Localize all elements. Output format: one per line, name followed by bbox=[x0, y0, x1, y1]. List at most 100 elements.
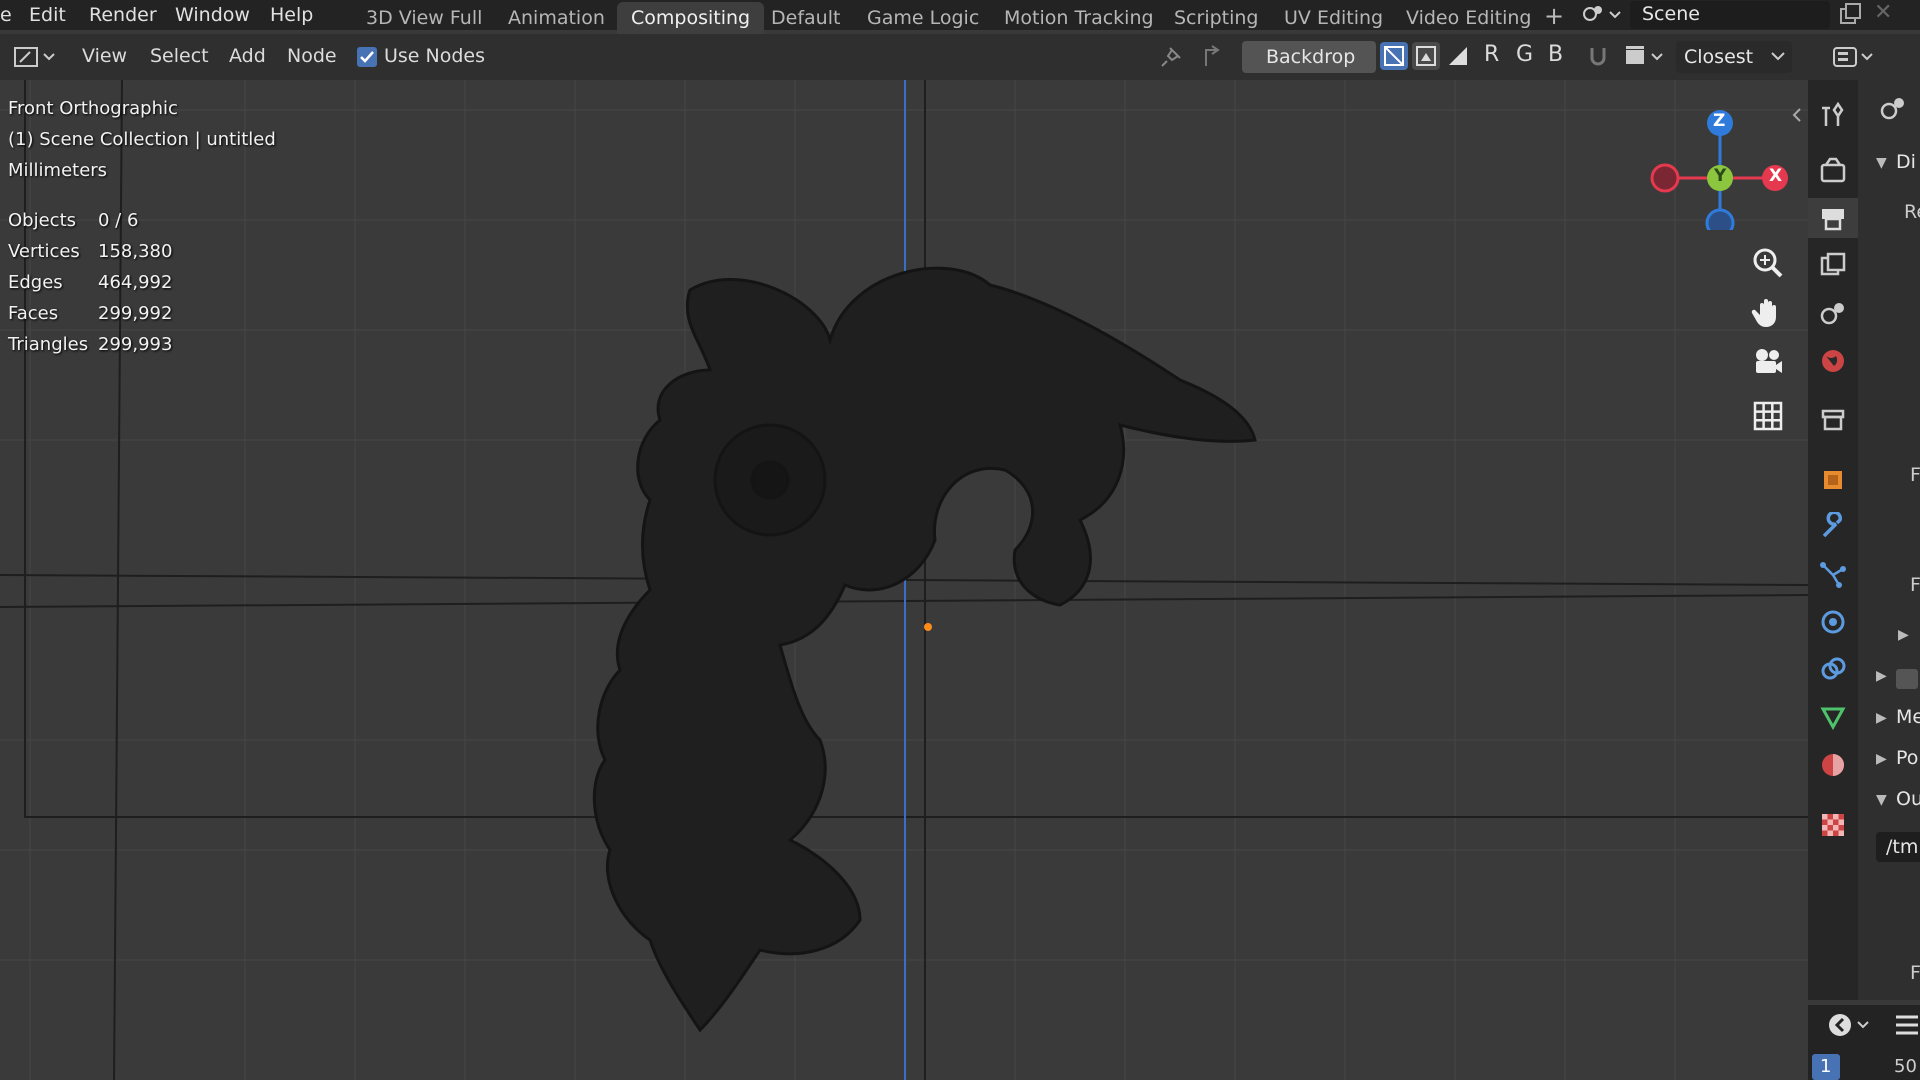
parent-node-tree-icon[interactable] bbox=[1198, 42, 1226, 70]
panel-label-partial[interactable]: Me bbox=[1896, 706, 1920, 728]
physics-tab-icon[interactable] bbox=[1818, 607, 1848, 637]
backdrop-color-alpha-toggle[interactable] bbox=[1380, 42, 1408, 70]
channel-g-button[interactable]: G bbox=[1516, 42, 1533, 67]
properties-editor-type-icon[interactable] bbox=[1830, 43, 1880, 71]
object-data-icon[interactable] bbox=[1878, 94, 1908, 126]
use-nodes-checkbox[interactable] bbox=[357, 47, 377, 67]
snap-mode-dropdown-icon[interactable] bbox=[1622, 42, 1670, 70]
texture-tab-icon[interactable] bbox=[1818, 810, 1848, 840]
expand-arrow-icon[interactable]: ▶ bbox=[1876, 668, 1887, 684]
tab-animation[interactable]: Animation bbox=[494, 2, 619, 34]
gizmo-z-label: Z bbox=[1713, 111, 1726, 131]
stat-value: 0 / 6 bbox=[98, 210, 139, 231]
panel-label-partial: F bbox=[1910, 962, 1920, 984]
tab-uv-editing[interactable]: UV Editing bbox=[1270, 2, 1397, 34]
properties-panel: ▼ Di Re F F ▶ ▶ ▶ Me ▶ Po ▼ Ou /tmp F bbox=[1858, 80, 1920, 1000]
output-path-text: /tmp bbox=[1886, 836, 1920, 858]
output-tab-icon[interactable] bbox=[1818, 203, 1848, 233]
scene-name-text: Scene bbox=[1642, 3, 1700, 25]
menu-help[interactable]: Help bbox=[270, 4, 313, 26]
units-info: Millimeters bbox=[8, 160, 108, 181]
expand-arrow-icon[interactable]: ▶ bbox=[1898, 627, 1909, 643]
backdrop-alpha-toggle[interactable] bbox=[1444, 42, 1472, 70]
scene-name-field[interactable]: Scene bbox=[1630, 1, 1830, 29]
menu-view[interactable]: View bbox=[82, 45, 127, 67]
channel-b-button[interactable]: B bbox=[1548, 42, 1563, 67]
render-tab-icon[interactable] bbox=[1818, 155, 1848, 185]
expand-arrow-icon[interactable]: ▶ bbox=[1876, 751, 1887, 767]
menu-node[interactable]: Node bbox=[287, 45, 337, 67]
output-path-field[interactable]: /tmp bbox=[1876, 832, 1920, 862]
zoom-icon[interactable] bbox=[1750, 245, 1786, 285]
expand-arrow-icon[interactable]: ▶ bbox=[1876, 710, 1887, 726]
viewport-backdrop[interactable]: Front Orthographic (1) Scene Collection … bbox=[0, 80, 1808, 1080]
filter-mode-value: Closest bbox=[1684, 46, 1754, 68]
stat-label: Vertices bbox=[8, 241, 80, 262]
add-workspace-icon[interactable]: + bbox=[1544, 2, 1564, 30]
top-menu-bar: e Edit Render Window Help 3D View Full A… bbox=[0, 0, 1920, 34]
tool-tab-icon[interactable] bbox=[1818, 100, 1848, 130]
object-tab-icon[interactable] bbox=[1818, 465, 1848, 495]
camera-view-icon[interactable] bbox=[1750, 345, 1786, 385]
modifier-wrench-icon[interactable] bbox=[1818, 510, 1848, 542]
stat-value: 158,380 bbox=[98, 241, 173, 262]
expand-arrow-icon[interactable]: ▼ bbox=[1876, 155, 1887, 171]
panel-checkbox[interactable] bbox=[1896, 669, 1918, 689]
current-frame-field[interactable]: 1 bbox=[1812, 1054, 1840, 1080]
menu-select[interactable]: Select bbox=[150, 45, 209, 67]
frame-number-partial: 50 bbox=[1894, 1056, 1917, 1077]
tab-scripting[interactable]: Scripting bbox=[1160, 2, 1273, 34]
stat-value: 299,993 bbox=[98, 334, 173, 355]
tab-video-editing[interactable]: Video Editing bbox=[1392, 2, 1545, 34]
backdrop-color-toggle[interactable] bbox=[1412, 42, 1440, 70]
menu-add[interactable]: Add bbox=[229, 45, 266, 67]
menu-file-partial[interactable]: e bbox=[0, 4, 12, 26]
expand-arrow-icon[interactable]: ▼ bbox=[1876, 792, 1887, 808]
menu-render[interactable]: Render bbox=[89, 4, 157, 26]
filter-mode-dropdown[interactable]: Closest bbox=[1676, 41, 1792, 73]
use-nodes-label[interactable]: Use Nodes bbox=[384, 45, 485, 67]
tab-game-logic[interactable]: Game Logic bbox=[853, 2, 993, 34]
collection-tab-icon[interactable] bbox=[1818, 405, 1848, 435]
panel-label-partial[interactable]: Po bbox=[1896, 747, 1918, 769]
hamburger-menu-icon[interactable] bbox=[1894, 1011, 1920, 1043]
node-editor-header: View Select Add Node Use Nodes Backdrop … bbox=[0, 34, 1808, 80]
playback-dropdown-icon[interactable] bbox=[1826, 1011, 1876, 1043]
stat-value: 299,992 bbox=[98, 303, 173, 324]
backdrop-label: Backdrop bbox=[1266, 46, 1356, 68]
channel-r-button[interactable]: R bbox=[1484, 42, 1499, 67]
properties-tabs bbox=[1808, 80, 1858, 1000]
tab-default[interactable]: Default bbox=[757, 2, 854, 34]
pin-icon[interactable] bbox=[1158, 42, 1186, 70]
menu-edit[interactable]: Edit bbox=[29, 4, 66, 26]
new-scene-icon[interactable] bbox=[1838, 2, 1864, 28]
constraints-tab-icon[interactable] bbox=[1818, 654, 1848, 684]
tab-compositing[interactable]: Compositing bbox=[617, 2, 765, 34]
editor-type-icon[interactable] bbox=[12, 42, 58, 72]
view-layer-tab-icon[interactable] bbox=[1818, 250, 1848, 280]
scene-selector-icon[interactable] bbox=[1580, 2, 1626, 28]
scene-tab-icon[interactable] bbox=[1818, 298, 1848, 328]
pan-hand-icon[interactable] bbox=[1750, 295, 1786, 335]
particles-tab-icon[interactable] bbox=[1818, 560, 1848, 590]
stat-label: Edges bbox=[8, 272, 63, 293]
grid-view-icon[interactable] bbox=[1750, 398, 1786, 438]
world-tab-icon[interactable] bbox=[1818, 346, 1848, 376]
chevron-down-icon bbox=[1770, 47, 1786, 69]
delete-scene-icon[interactable]: ✕ bbox=[1874, 0, 1892, 25]
snap-icon[interactable] bbox=[1584, 42, 1612, 70]
mesh-data-tab-icon[interactable] bbox=[1818, 702, 1848, 732]
backdrop-button[interactable]: Backdrop bbox=[1242, 41, 1376, 73]
origin-point bbox=[924, 623, 932, 631]
tab-3d-view-full[interactable]: 3D View Full bbox=[352, 2, 496, 34]
sidebar-toggle-icon[interactable] bbox=[1790, 105, 1804, 129]
panel-label-partial: F bbox=[1910, 574, 1920, 596]
material-tab-icon[interactable] bbox=[1818, 750, 1848, 780]
menu-window[interactable]: Window bbox=[175, 4, 250, 26]
panel-label-partial[interactable]: Di bbox=[1896, 151, 1916, 173]
gizmo-x-label: X bbox=[1769, 166, 1783, 186]
viewport-grid bbox=[0, 80, 1808, 1080]
view-name: Front Orthographic bbox=[8, 98, 178, 119]
tab-motion-tracking[interactable]: Motion Tracking bbox=[990, 2, 1168, 34]
panel-label-partial[interactable]: Ou bbox=[1896, 788, 1920, 810]
